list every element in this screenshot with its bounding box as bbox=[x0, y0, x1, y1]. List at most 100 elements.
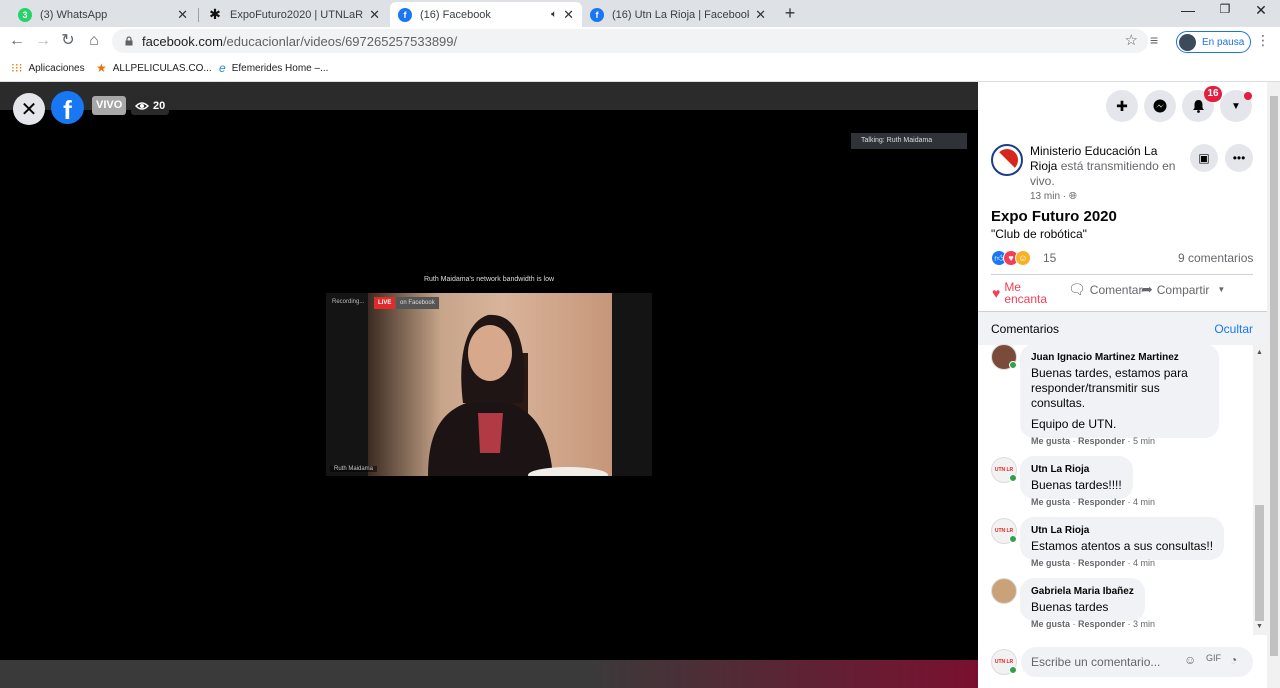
facebook-icon: f bbox=[590, 7, 604, 22]
share-button[interactable]: ➦ Compartir ▼ bbox=[1141, 281, 1225, 298]
tab-utn-facebook[interactable]: f (16) Utn La Rioja | Facebook ✕ bbox=[582, 2, 774, 27]
close-tab-icon[interactable]: ✕ bbox=[755, 7, 766, 23]
video-description: "Club de robótica" bbox=[991, 227, 1087, 241]
tab-separator bbox=[198, 8, 199, 22]
back-arrow-icon[interactable]: ← bbox=[7, 31, 27, 51]
recording-indicator: Recording... bbox=[332, 299, 365, 305]
reaction-count[interactable]: 15 bbox=[1043, 251, 1056, 265]
like-comment-link[interactable]: Me gusta bbox=[1031, 497, 1070, 507]
media-queue-icon[interactable]: ≡ bbox=[1150, 32, 1158, 48]
panel-scrollbar[interactable] bbox=[1267, 82, 1280, 688]
tab-whatsapp[interactable]: 3 (3) WhatsApp ✕ bbox=[10, 2, 196, 27]
comment-composer: UTN LR Escribe un comentario... ☺ GIF ◔ bbox=[978, 640, 1267, 688]
comment-actions: Me gusta · Responder · 4 min bbox=[1031, 497, 1156, 507]
bookmark-allpeliculas[interactable]: ★ ALLPELICULAS.CO... bbox=[96, 61, 212, 75]
post-time: 13 min · 🌐︎ bbox=[1030, 191, 1077, 202]
reply-comment-link[interactable]: Responder bbox=[1078, 436, 1125, 446]
comments-section-header: Comentarios Ocultar bbox=[978, 311, 1280, 345]
avatar[interactable] bbox=[991, 578, 1017, 604]
bookmark-star-icon[interactable]: ☆ bbox=[1125, 31, 1138, 49]
tab-expofuturo[interactable]: ✱ ExpoFuturo2020 | UTNLaRioja ✕ bbox=[200, 2, 388, 27]
comment-bubble: Gabriela Maria Ibañez Buenas tardes bbox=[1020, 578, 1145, 621]
comment-text: Buenas tardes, estamos para responder/tr… bbox=[1031, 366, 1188, 410]
comments-scrollbar[interactable]: ▲ ▼ bbox=[1253, 345, 1267, 635]
scrollbar-thumb[interactable] bbox=[1255, 505, 1264, 621]
online-indicator bbox=[1009, 361, 1017, 369]
scroll-down-icon[interactable]: ▼ bbox=[1256, 623, 1263, 630]
bookmark-efemerides[interactable]: e Efemerides Home –... bbox=[219, 61, 328, 75]
close-tab-icon[interactable]: ✕ bbox=[563, 7, 574, 23]
like-comment-link[interactable]: Me gusta bbox=[1031, 558, 1070, 568]
care-reaction-icon: ☺ bbox=[1015, 250, 1031, 266]
video-bottom-overlay bbox=[0, 660, 978, 688]
more-options-button[interactable]: ••• bbox=[1225, 144, 1253, 172]
reply-comment-link[interactable]: Responder bbox=[1078, 558, 1125, 568]
tab-facebook-active[interactable]: f (16) Facebook 🔈︎ ✕ bbox=[390, 2, 582, 27]
love-button[interactable]: ♥ Me encanta bbox=[992, 281, 1050, 305]
comment-time[interactable]: 4 min bbox=[1133, 497, 1155, 507]
bell-icon bbox=[1192, 100, 1204, 113]
new-tab-button[interactable]: + bbox=[780, 3, 800, 23]
restore-icon[interactable]: ❐ bbox=[1215, 2, 1235, 16]
url-bar[interactable]: facebook.com /educacionlar/videos/697265… bbox=[112, 29, 1148, 53]
emoji-icon[interactable]: ☺ bbox=[1184, 653, 1196, 667]
video-player[interactable]: ✕ f VIVO 20 Talking: Ruth Maidama Ruth M… bbox=[0, 82, 978, 688]
comment-author[interactable]: Utn La Rioja bbox=[1031, 523, 1213, 538]
close-video-button[interactable]: ✕ bbox=[13, 93, 45, 125]
post-header-text: Ministerio Educación La Rioja está trans… bbox=[1030, 144, 1185, 189]
divider bbox=[991, 274, 1253, 275]
on-platform-tag: on Facebook bbox=[396, 297, 439, 309]
like-comment-link[interactable]: Me gusta bbox=[1031, 619, 1070, 629]
viewer-count-value: 20 bbox=[153, 99, 166, 112]
comment-button[interactable]: 🗨︎ Comentar bbox=[1068, 281, 1142, 298]
facebook-icon: f bbox=[398, 7, 412, 22]
reply-comment-link[interactable]: Responder bbox=[1078, 497, 1125, 507]
comment-time[interactable]: 4 min bbox=[1133, 558, 1155, 568]
lock-icon bbox=[125, 36, 133, 46]
participant-video-feed: Recording... LIVE on Facebook Ruth Maida… bbox=[326, 293, 652, 476]
post-time-value[interactable]: 13 min · bbox=[1030, 191, 1066, 202]
comment-bubble-icon: 🗨︎ bbox=[1068, 281, 1086, 297]
caret-down-icon: ▼ bbox=[1231, 100, 1241, 112]
bookmark-apps[interactable]: ⁝⁝⁝ Aplicaciones bbox=[11, 61, 85, 75]
window-close-icon[interactable]: ✕ bbox=[1251, 2, 1271, 19]
live-badge: VIVO bbox=[92, 96, 127, 115]
whatsapp-icon: 3 bbox=[18, 7, 32, 22]
page-avatar[interactable] bbox=[991, 144, 1023, 176]
reactions-summary[interactable]: 👍︎ ♥ ☺ bbox=[991, 250, 1031, 266]
scrollbar-thumb[interactable] bbox=[1270, 96, 1278, 656]
home-icon[interactable]: ⌂ bbox=[84, 31, 104, 51]
live-tag: LIVE bbox=[374, 297, 396, 309]
webcam-image bbox=[368, 293, 612, 476]
browser-menu-icon[interactable]: ⋮ bbox=[1256, 32, 1270, 49]
scroll-up-icon[interactable]: ▲ bbox=[1256, 349, 1263, 356]
comment-text: Equipo de UTN. bbox=[1031, 417, 1117, 431]
messenger-button[interactable] bbox=[1144, 90, 1176, 122]
save-video-button[interactable]: ▣ bbox=[1190, 144, 1218, 172]
comment-time[interactable]: 3 min bbox=[1133, 619, 1155, 629]
facebook-logo[interactable]: f bbox=[51, 91, 84, 125]
comment-author[interactable]: Gabriela Maria Ibañez bbox=[1031, 584, 1134, 599]
close-tab-icon[interactable]: ✕ bbox=[177, 7, 188, 23]
gif-icon[interactable]: GIF bbox=[1206, 653, 1221, 663]
comment-placeholder: Escribe un comentario... bbox=[1031, 655, 1161, 669]
comment-author[interactable]: Juan Ignacio Martinez Martinez bbox=[1031, 350, 1208, 365]
minimize-icon[interactable]: — bbox=[1178, 2, 1198, 18]
reply-comment-link[interactable]: Responder bbox=[1078, 619, 1125, 629]
forward-arrow-icon[interactable]: → bbox=[33, 31, 53, 51]
hide-comments-link[interactable]: Ocultar bbox=[1214, 322, 1253, 336]
reload-icon[interactable]: ↻ bbox=[58, 31, 78, 51]
speaker-icon[interactable]: 🔈︎ bbox=[551, 9, 557, 20]
create-button[interactable]: ✚ bbox=[1106, 90, 1138, 122]
comment-author[interactable]: Utn La Rioja bbox=[1031, 462, 1122, 477]
eye-icon bbox=[135, 101, 149, 110]
profile-button[interactable]: En pausa bbox=[1176, 31, 1252, 53]
like-comment-link[interactable]: Me gusta bbox=[1031, 436, 1070, 446]
comment-time[interactable]: 5 min bbox=[1133, 436, 1155, 446]
comment-actions: Me gusta · Responder · 5 min bbox=[1031, 436, 1156, 446]
close-tab-icon[interactable]: ✕ bbox=[369, 7, 380, 23]
talking-indicator: Talking: Ruth Maidama bbox=[851, 133, 967, 149]
sticker-icon[interactable]: ◔ bbox=[1230, 653, 1237, 667]
participant-silhouette bbox=[428, 314, 608, 476]
comment-count[interactable]: 9 comentarios bbox=[1178, 251, 1253, 265]
